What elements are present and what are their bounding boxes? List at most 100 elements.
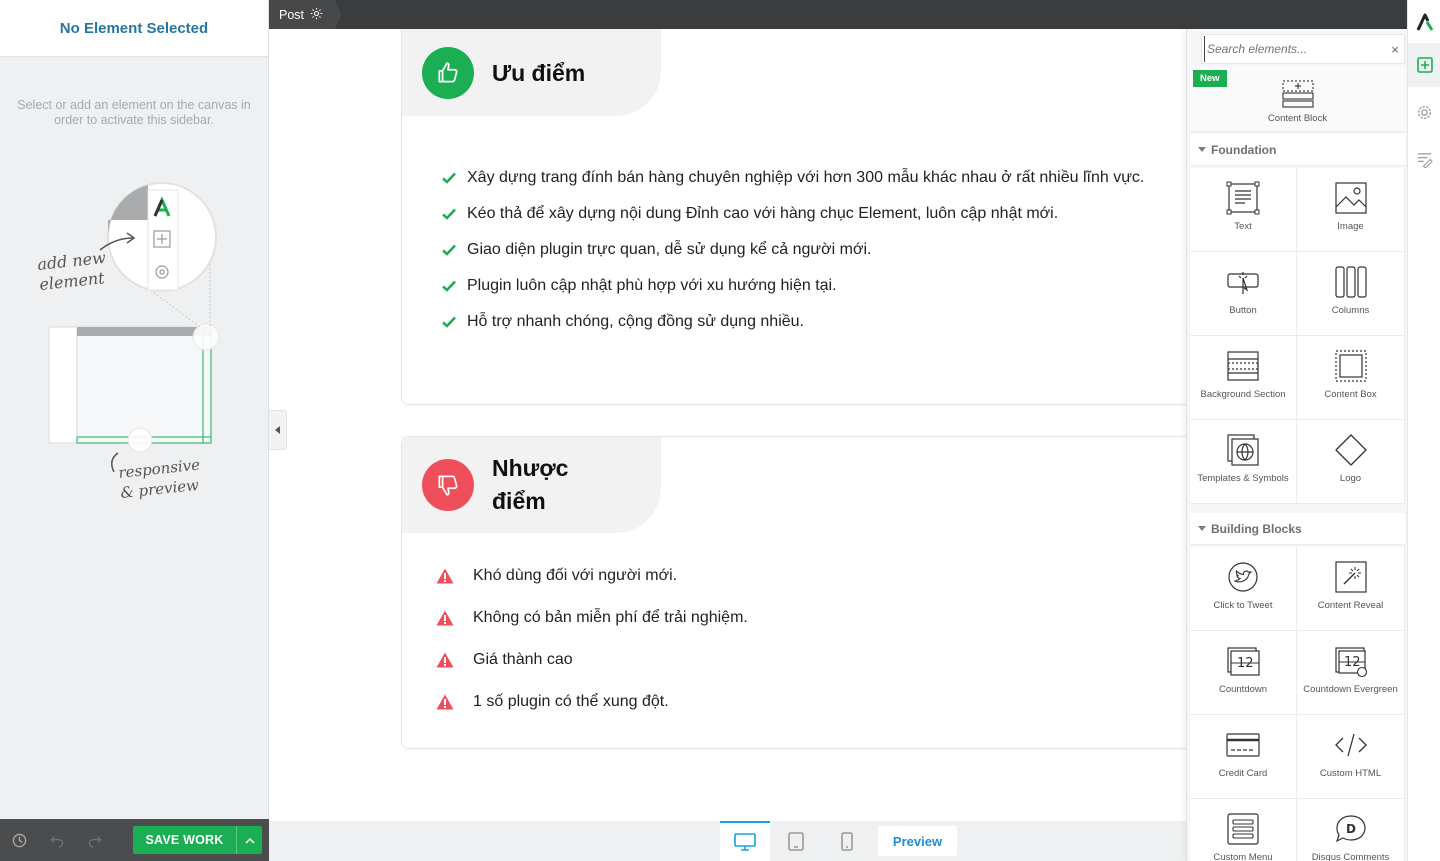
cons-title-line2: điểm <box>492 488 546 514</box>
element-text[interactable]: Text <box>1190 168 1297 252</box>
templates-icon <box>1227 434 1259 466</box>
element-label: Text <box>1234 221 1252 232</box>
check-icon <box>442 280 467 292</box>
brand-logo-icon <box>1408 0 1440 44</box>
element-label: Content Box <box>1324 389 1377 400</box>
element-label: Click to Tweet <box>1213 600 1273 611</box>
element-disqus-comments[interactable]: D Disqus Comments <box>1297 799 1405 861</box>
pros-item-text: Giao diện plugin trực quan, dễ sử dụng k… <box>467 241 872 258</box>
gear-icon[interactable] <box>310 7 323 23</box>
sidebar-title: No Element Selected <box>59 19 209 37</box>
new-badge: New <box>1193 70 1227 87</box>
element-click-to-tweet[interactable]: Click to Tweet <box>1190 547 1297 631</box>
text-icon <box>1226 181 1260 215</box>
section-title: Foundation <box>1211 142 1277 157</box>
list-item: Khó dùng đối với người mới. <box>436 555 748 597</box>
desktop-view-button[interactable] <box>720 821 770 861</box>
list-item: Plugin luôn cập nhật phù hợp với xu hướn… <box>442 268 1144 304</box>
element-logo[interactable]: Logo <box>1297 420 1405 504</box>
list-item: Giao diện plugin trực quan, dễ sử dụng k… <box>442 232 1144 268</box>
calendar-12-icon: 12 <box>1227 647 1260 676</box>
save-work-label: SAVE WORK <box>145 833 224 847</box>
cons-item-text: 1 số plugin có thể xung đột. <box>473 693 669 710</box>
undo-icon[interactable] <box>38 833 76 848</box>
cons-card[interactable]: Nhược điểm Khó dùng đối với người mới. K… <box>401 436 1201 749</box>
menu-icon <box>1227 813 1259 845</box>
svg-text:12: 12 <box>1344 655 1361 670</box>
element-custom-html[interactable]: Custom HTML <box>1297 715 1405 799</box>
caret-down-icon <box>1198 146 1206 152</box>
foundation-section-header[interactable]: Foundation <box>1190 134 1405 166</box>
list-item: 1 số plugin có thể xung đột. <box>436 681 748 723</box>
code-icon <box>1334 733 1367 757</box>
caret-left-icon <box>274 426 280 434</box>
warning-icon <box>436 694 473 710</box>
gear-icon <box>1418 105 1431 119</box>
pros-list: Xây dựng trang đính bán hàng chuyên nghi… <box>442 160 1144 340</box>
element-content-box[interactable]: Content Box <box>1297 336 1405 420</box>
element-button[interactable]: Button <box>1190 252 1297 336</box>
element-label: Custom Menu <box>1213 852 1273 861</box>
element-content-reveal[interactable]: Content Reveal <box>1297 547 1405 631</box>
element-columns[interactable]: Columns <box>1297 252 1405 336</box>
mobile-icon <box>841 831 853 851</box>
building-blocks-section-header[interactable]: Building Blocks <box>1190 513 1405 545</box>
element-label: Content Reveal <box>1317 600 1384 611</box>
element-label: Credit Card <box>1218 768 1268 779</box>
button-icon <box>1227 272 1259 294</box>
logo-icon <box>1334 434 1367 466</box>
element-custom-menu[interactable]: Custom Menu <box>1190 799 1297 861</box>
element-background-section[interactable]: Background Section <box>1190 336 1297 420</box>
pros-item-text: Kéo thả để xây dựng nội dung Đỉnh cao vớ… <box>467 205 1059 222</box>
tablet-icon <box>788 831 804 851</box>
cons-title: Nhược điểm <box>492 452 568 518</box>
check-icon <box>442 316 467 328</box>
pros-card[interactable]: Ưu điểm Xây dựng trang đính bán hàng chu… <box>401 29 1201 405</box>
cons-list: Khó dùng đối với người mới. Không có bản… <box>436 555 748 723</box>
collapse-sidebar-handle[interactable] <box>269 410 287 450</box>
list-item: Hỗ trợ nhanh chóng, cộng đồng sử dụng nh… <box>442 304 1144 340</box>
right-toolbar <box>1407 0 1440 861</box>
add-element-button[interactable] <box>1408 43 1440 87</box>
pros-title: Ưu điểm <box>492 59 586 86</box>
cons-header: Nhược điểm <box>402 437 661 533</box>
element-label: Content Block <box>1267 113 1328 124</box>
post-settings-tab[interactable]: Post <box>269 0 341 29</box>
style-icon <box>1417 152 1433 168</box>
chevron-up-icon[interactable] <box>236 826 262 854</box>
svg-text:12: 12 <box>1237 656 1254 671</box>
redo-icon[interactable] <box>76 833 114 848</box>
save-work-button[interactable]: SAVE WORK <box>133 826 262 854</box>
image-icon <box>1334 182 1367 214</box>
top-bar: Post <box>269 0 1407 29</box>
element-credit-card[interactable]: Credit Card <box>1190 715 1297 799</box>
close-icon[interactable]: × <box>1386 42 1404 57</box>
settings-button[interactable] <box>1408 90 1440 134</box>
element-label: Countdown Evergreen <box>1303 684 1398 695</box>
columns-icon <box>1334 266 1367 298</box>
tablet-view-button[interactable] <box>771 821 821 861</box>
element-image[interactable]: Image <box>1297 168 1405 252</box>
element-templates-symbols[interactable]: Templates & Symbols <box>1190 420 1297 504</box>
style-button[interactable] <box>1408 137 1440 181</box>
section-title: Building Blocks <box>1211 521 1302 536</box>
search-input[interactable] <box>1204 36 1386 62</box>
check-icon <box>442 208 467 220</box>
preview-button[interactable]: Preview <box>878 826 957 856</box>
element-label: Templates & Symbols <box>1197 473 1289 484</box>
history-icon[interactable] <box>0 833 38 848</box>
warning-icon <box>436 610 473 626</box>
search-box: × <box>1201 34 1405 64</box>
magic-wand-icon <box>1334 561 1367 593</box>
twitter-icon <box>1228 562 1258 592</box>
element-label: Custom HTML <box>1319 768 1382 779</box>
mobile-view-button[interactable] <box>822 821 872 861</box>
content-box-icon <box>1334 350 1367 382</box>
desktop-icon <box>734 833 756 851</box>
element-countdown[interactable]: 12 Countdown <box>1190 631 1297 715</box>
element-label: Disqus Comments <box>1311 852 1390 861</box>
element-countdown-evergreen[interactable]: 12 Countdown Evergreen <box>1297 631 1405 715</box>
element-label: Columns <box>1331 305 1370 316</box>
cons-item-text: Giá thành cao <box>473 651 573 668</box>
sidebar-hint: Select or add an element on the canvas i… <box>17 98 251 127</box>
